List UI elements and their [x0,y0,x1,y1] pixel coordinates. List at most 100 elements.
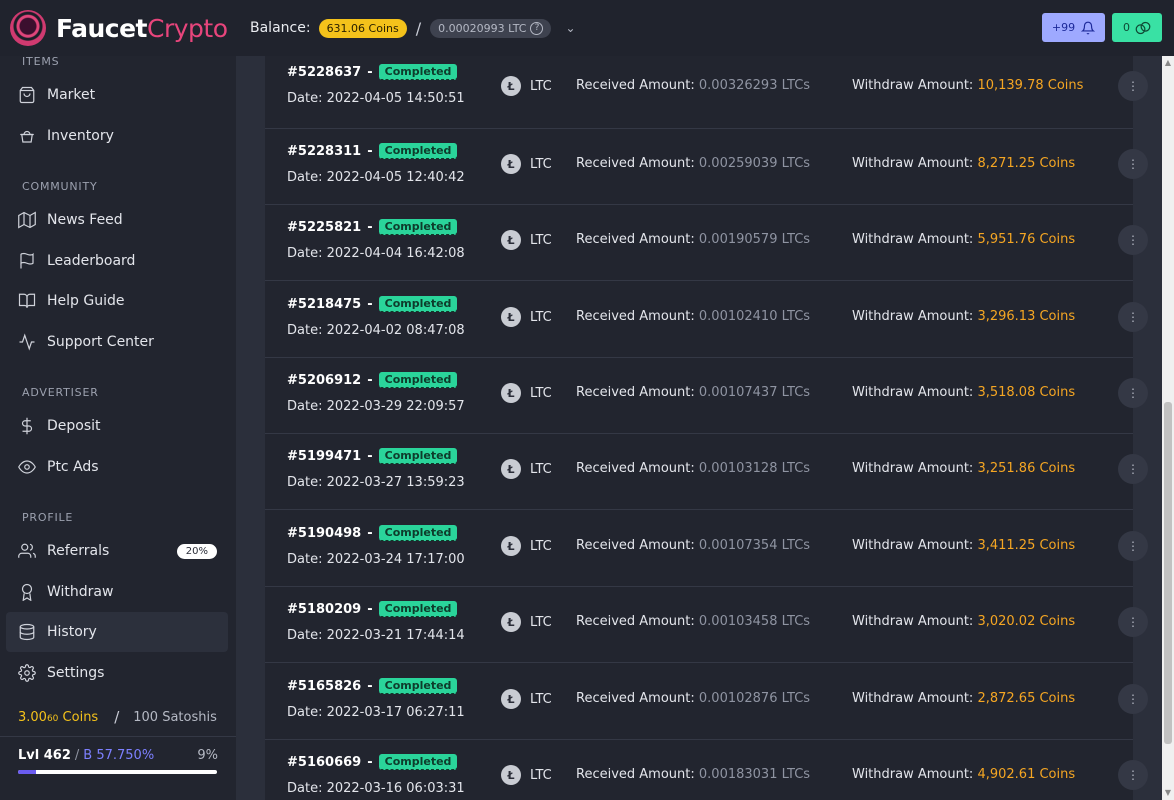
row-actions-button[interactable]: ⋮ [1118,760,1148,790]
award-icon [18,583,36,601]
status-badge[interactable]: Completed [378,754,458,770]
table-row[interactable]: #5199471- Completed Date: 2022-03-27 13:59… [265,434,1148,510]
sidebar-item-label: Withdraw [47,584,114,600]
withdrawal-id: #5165826 [287,678,362,694]
table-row[interactable]: #5206912- Completed Date: 2022-03-29 22:09… [265,358,1148,434]
status-badge[interactable]: Completed [378,64,458,80]
received-amount: Received Amount: 0.00190579 LTCs [576,232,811,247]
table-row[interactable]: #5180209- Completed Date: 2022-03-21 17:44… [265,587,1148,663]
withdrawal-date: Date: 2022-04-05 12:40:42 [287,170,465,185]
sidebar-item-ptc-ads[interactable]: Ptc Ads [6,447,228,487]
row-actions-button[interactable]: ⋮ [1118,607,1148,637]
row-actions-button[interactable]: ⋮ [1118,454,1148,484]
table-row[interactable]: #5225821- Completed Date: 2022-04-04 16:42… [265,205,1148,281]
section-title-community: COMMUNITY [22,180,98,193]
table-row[interactable]: #5228311- Completed Date: 2022-04-05 12:40… [265,129,1148,205]
table-row[interactable]: #5218475- Completed Date: 2022-04-02 08:47… [265,282,1148,358]
sidebar-item-history[interactable]: History [6,612,228,652]
brand-logo[interactable]: FaucetCrypto [0,0,236,56]
sidebar-item-withdraw[interactable]: Withdraw [6,572,228,612]
withdrawal-id-line: #5228637- Completed [287,64,458,80]
row-actions-button[interactable]: ⋮ [1118,302,1148,332]
table-row[interactable]: #5228637- Completed Date: 2022-04-05 14:50… [265,56,1148,129]
withdrawal-id: #5206912 [287,372,362,388]
sidebar-item-referrals[interactable]: Referrals 20% [6,531,228,571]
withdrawal-id-line: #5165826- Completed [287,678,458,694]
received-amount: Received Amount: 0.00102876 LTCs [576,691,811,706]
dollar-icon [18,417,36,435]
withdrawal-id: #5199471 [287,448,362,464]
currency: Ł LTC [501,307,552,327]
status-badge[interactable]: Completed [378,678,458,694]
status-badge[interactable]: Completed [378,143,458,159]
id-dash: - [367,754,373,770]
withdraw-amount: Withdraw Amount: 5,951.76 Coins [852,232,1076,247]
chevron-down-icon[interactable]: ⌄ [565,21,575,35]
level-divider: / [74,748,80,763]
withdrawal-id-line: #5225821- Completed [287,219,458,235]
status-badge[interactable]: Completed [378,525,458,541]
currency: Ł LTC [501,76,552,96]
row-actions-button[interactable]: ⋮ [1118,378,1148,408]
help-icon[interactable]: ? [530,21,544,35]
bag-icon [18,86,36,104]
litecoin-icon: Ł [501,154,521,174]
id-dash: - [367,448,373,464]
rewards-button[interactable]: 0 [1112,13,1162,42]
row-actions-button[interactable]: ⋮ [1118,684,1148,714]
currency-code: LTC [530,385,552,401]
table-row[interactable]: #5190498- Completed Date: 2022-03-24 17:17… [265,511,1148,587]
withdrawal-id-line: #5206912- Completed [287,372,458,388]
withdraw-amount: Withdraw Amount: 4,902.61 Coins [852,767,1076,782]
currency: Ł LTC [501,765,552,785]
scroll-thumb[interactable] [1164,402,1172,744]
row-actions-button[interactable]: ⋮ [1118,71,1148,101]
status-badge[interactable]: Completed [378,601,458,617]
sidebar-item-inventory[interactable]: Inventory [6,116,228,156]
withdrawal-id: #5218475 [287,296,362,312]
row-actions-button[interactable]: ⋮ [1118,225,1148,255]
sidebar-item-deposit[interactable]: Deposit [6,406,228,446]
withdrawal-date: Date: 2022-04-04 16:42:08 [287,246,465,261]
bell-icon [1081,21,1096,34]
level-label: Lvl 462 [18,748,71,763]
table-row[interactable]: #5165826- Completed Date: 2022-03-17 06:27… [265,664,1148,740]
sidebar-item-settings[interactable]: Settings [6,653,228,693]
currency-code: LTC [530,691,552,707]
status-badge[interactable]: Completed [378,219,458,235]
sidebar-item-label: Settings [47,665,105,681]
withdrawal-id: #5228637 [287,64,362,80]
withdraw-amount: Withdraw Amount: 3,518.08 Coins [852,385,1076,400]
scroll-up-arrow[interactable]: ▲ [1162,56,1174,70]
scroll-down-arrow[interactable]: ▼ [1162,786,1174,800]
status-badge[interactable]: Completed [378,372,458,388]
sidebar-item-market[interactable]: Market [6,75,228,115]
logo-icon [10,10,46,46]
coins-balance-pill: 631.06 Coins [318,18,407,38]
sidebar-item-news-feed[interactable]: News Feed [6,200,228,240]
withdrawal-id-line: #5180209- Completed [287,601,458,617]
sidebar-item-support-center[interactable]: Support Center [6,322,228,362]
notifications-button[interactable]: +99 [1042,13,1105,42]
section-title-profile: PROFILE [22,511,74,524]
currency: Ł LTC [501,230,552,250]
flag-icon [18,252,36,270]
sidebar-item-label: Leaderboard [47,253,136,269]
status-badge[interactable]: Completed [378,448,458,464]
status-badge[interactable]: Completed [378,296,458,312]
sidebar-item-help-guide[interactable]: Help Guide [6,281,228,321]
row-actions-button[interactable]: ⋮ [1118,149,1148,179]
id-dash: - [367,601,373,617]
sidebar-item-label: Support Center [47,334,154,350]
level-progress-text: 9% [197,748,218,763]
sidebar-item-label: Help Guide [47,293,125,309]
litecoin-icon: Ł [501,689,521,709]
id-dash: - [367,525,373,541]
row-actions-button[interactable]: ⋮ [1118,531,1148,561]
balance-label: Balance: [250,20,311,36]
currency: Ł LTC [501,154,552,174]
withdrawal-id-line: #5190498- Completed [287,525,458,541]
sidebar-item-leaderboard[interactable]: Leaderboard [6,241,228,281]
table-row[interactable]: #5160669- Completed Date: 2022-03-16 06:03… [265,740,1148,800]
page-scrollbar[interactable]: ▲ ▼ [1162,56,1174,800]
